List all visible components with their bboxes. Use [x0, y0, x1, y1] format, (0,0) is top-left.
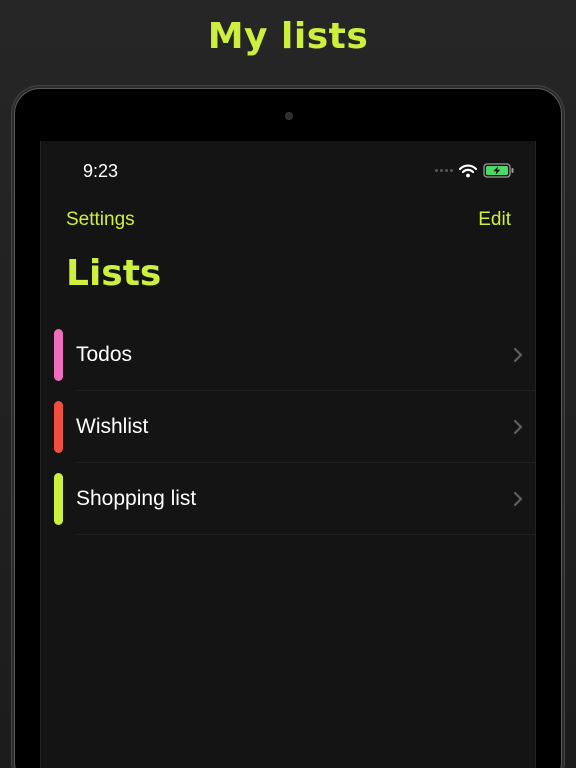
status-time: 9:23: [83, 161, 119, 181]
camera-icon: [285, 112, 293, 120]
list-item-label: Shopping list: [76, 487, 197, 510]
list-item[interactable]: Wishlist: [41, 391, 535, 463]
app-screen: 9:23 Settings Edit Lists Todos Wishlist …: [40, 141, 536, 768]
promo-headline: My lists: [207, 16, 369, 57]
edit-button[interactable]: Edit: [478, 209, 511, 231]
wifi-icon: [459, 164, 477, 177]
list-color-indicator: [54, 401, 63, 453]
chevron-right-icon: [513, 419, 523, 435]
list-item[interactable]: Shopping list: [41, 463, 535, 535]
list-color-indicator: [54, 329, 63, 381]
row-divider: [76, 534, 535, 535]
page-title: Lists: [66, 253, 162, 294]
list-item-label: Wishlist: [76, 415, 149, 438]
tablet-frame: 9:23 Settings Edit Lists Todos Wishlist …: [14, 88, 562, 768]
chevron-right-icon: [513, 347, 523, 363]
page: My lists 9:23 Settings Edit Lists Todos …: [0, 0, 576, 768]
battery-charging-icon: [483, 163, 514, 178]
list-item-label: Todos: [76, 343, 133, 366]
list-color-indicator: [54, 473, 63, 525]
status-icons: [435, 163, 515, 178]
lists-table: Todos Wishlist Shopping list: [41, 319, 535, 535]
signal-dots-icon: [435, 169, 453, 172]
chevron-right-icon: [513, 491, 523, 507]
settings-button[interactable]: Settings: [66, 209, 135, 231]
list-item[interactable]: Todos: [41, 319, 535, 391]
